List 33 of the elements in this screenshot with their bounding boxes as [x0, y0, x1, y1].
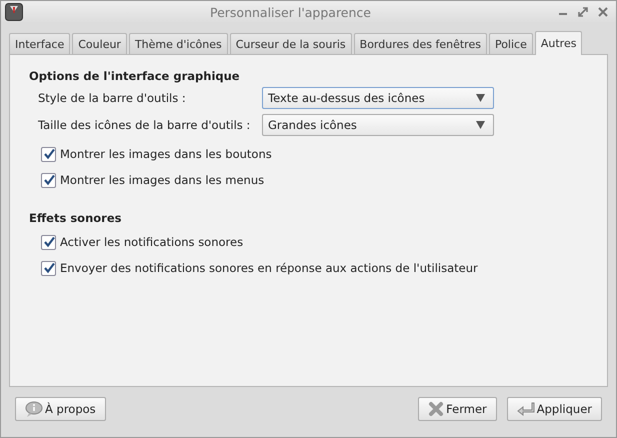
info-bubble-icon: [25, 401, 43, 417]
tab[interactable]: Bordures des fenêtres: [354, 33, 487, 54]
app-icon: [5, 3, 23, 21]
section-title: Options de l'interface graphique: [29, 69, 241, 83]
maximize-icon[interactable]: [578, 7, 588, 17]
close-icon[interactable]: [598, 7, 608, 17]
section-title: Effets sonores: [29, 211, 122, 225]
tab[interactable]: Couleur: [72, 33, 127, 54]
field-label: Style de la barre d'outils :: [38, 91, 187, 105]
tab[interactable]: Interface: [9, 33, 70, 54]
checkbox[interactable]: [41, 172, 56, 188]
window-title: Personnaliser l'apparence: [209, 4, 372, 20]
tab[interactable]: Police: [488, 33, 533, 54]
field-label: Taille des icônes de la barre d'outils :: [38, 118, 252, 132]
checkbox-label: Activer les notifications sonores: [60, 235, 244, 249]
checkbox[interactable]: [41, 260, 56, 276]
about-button[interactable]: À propos: [15, 397, 106, 421]
checkbox[interactable]: [41, 234, 56, 250]
dropdown[interactable]: Texte au-dessus des icônes: [262, 87, 494, 109]
tab[interactable]: Thème d'icônes: [128, 33, 228, 54]
tab[interactable]: Curseur de la souris: [230, 33, 352, 54]
checkbox[interactable]: [41, 146, 56, 162]
close-button[interactable]: Fermer: [418, 397, 497, 421]
dropdown-arrow-icon: [476, 121, 485, 129]
checkbox-label: Montrer les images dans les boutons: [60, 147, 272, 161]
tab[interactable]: Autres: [534, 31, 582, 55]
dropdown[interactable]: Grandes icônes: [262, 114, 494, 136]
return-arrow-icon: [516, 401, 535, 417]
apply-button[interactable]: Appliquer: [506, 397, 602, 421]
checkbox-label: Montrer les images dans les menus: [60, 173, 264, 187]
dropdown-arrow-icon: [476, 94, 485, 102]
checkbox-label: Envoyer des notifications sonores en réponse aux actions de l'utilisateur: [60, 261, 478, 275]
close-icon: [428, 401, 444, 417]
